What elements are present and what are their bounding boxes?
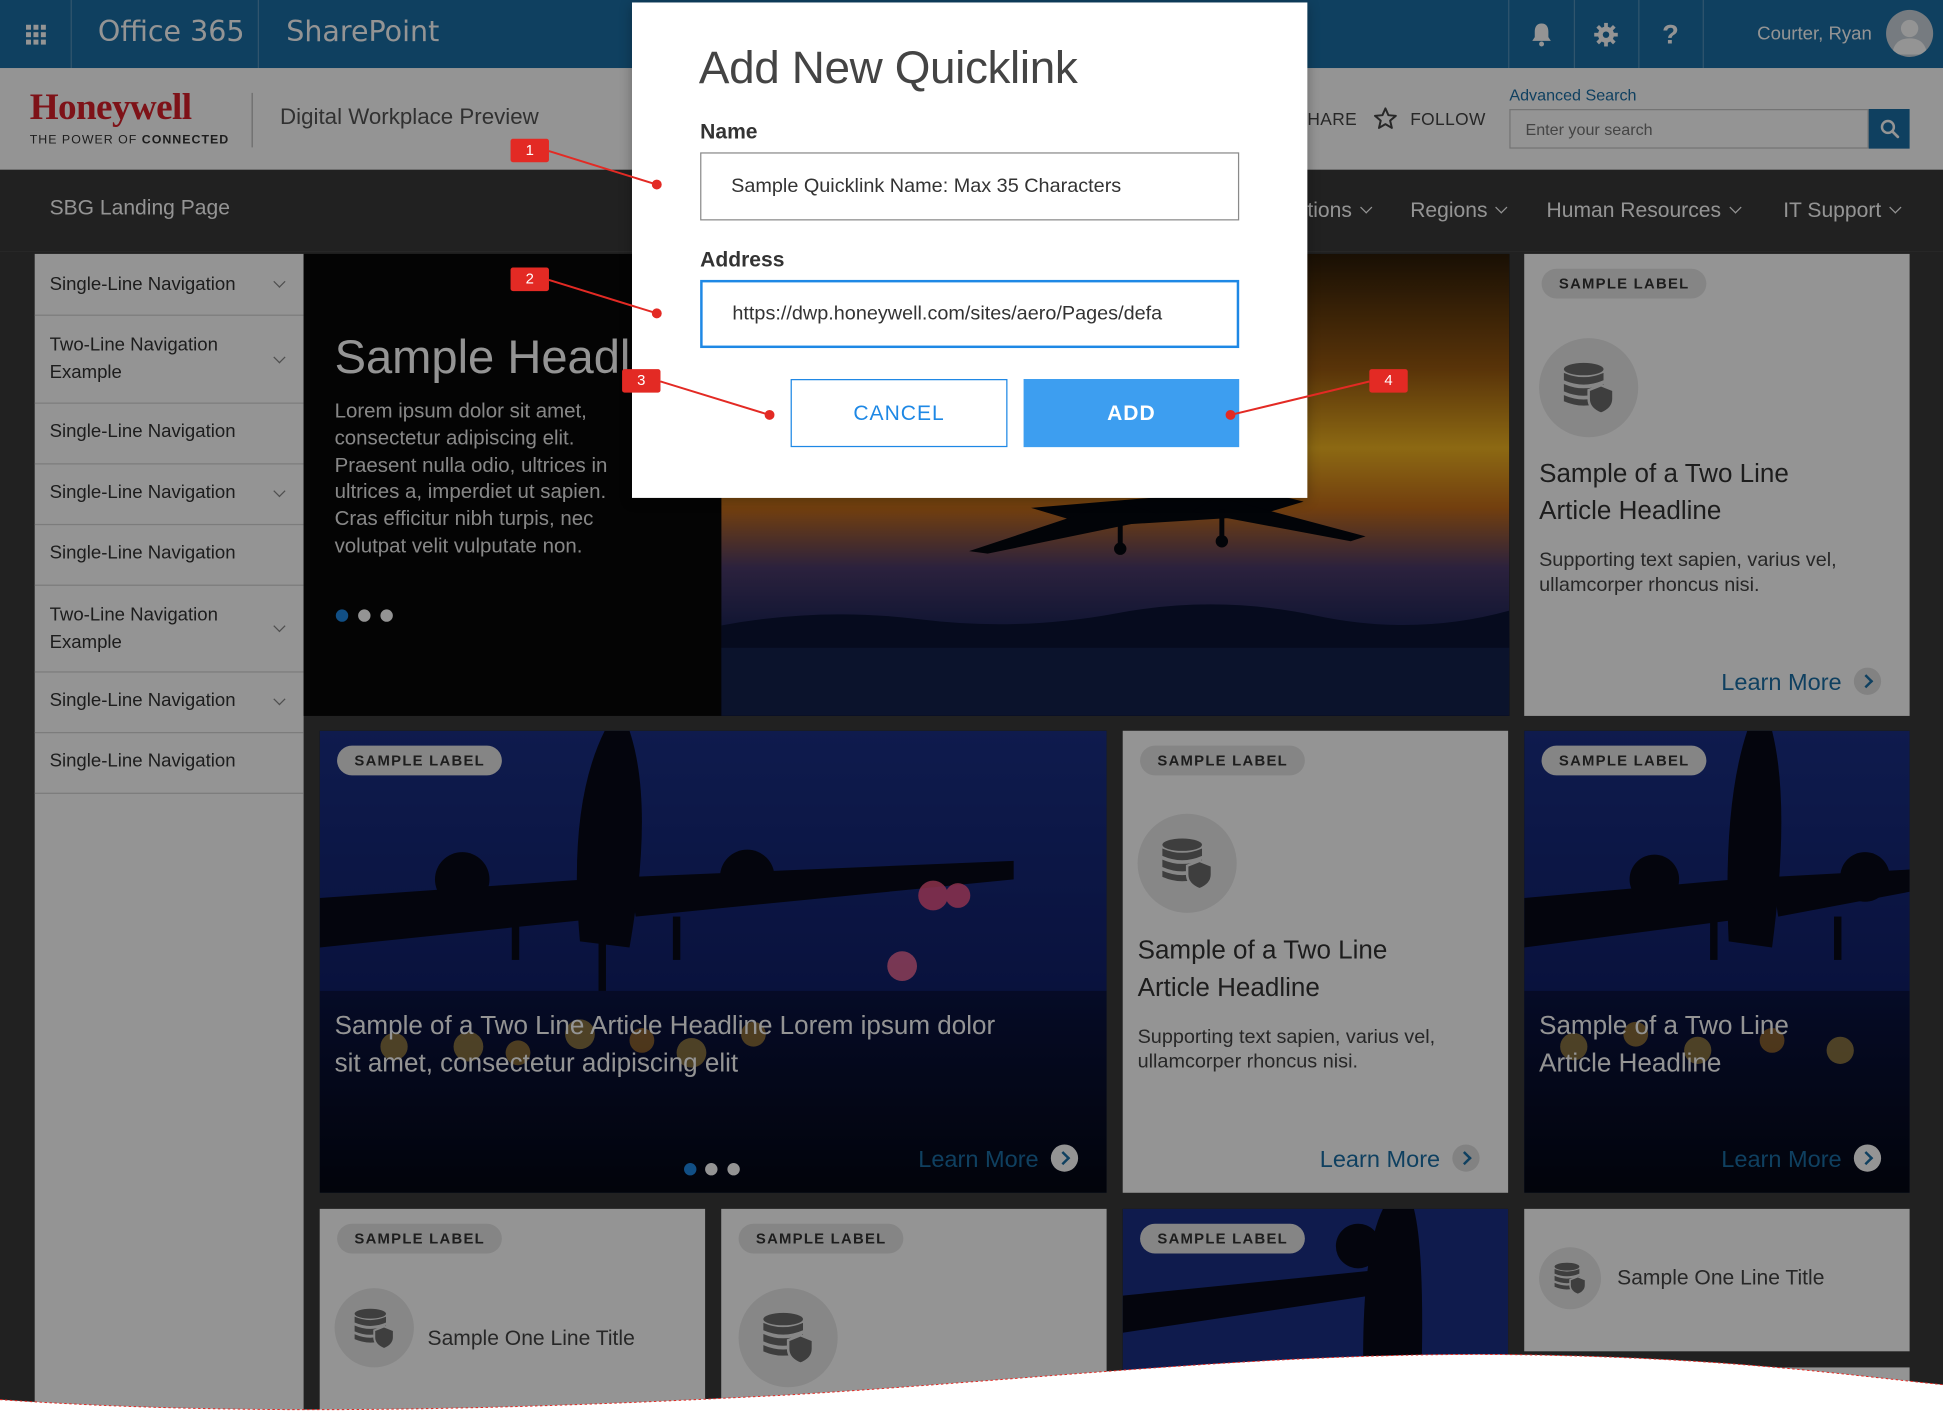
annotation-marker-3: 3 (622, 369, 661, 393)
add-quicklink-dialog: Add New Quicklink Name Address CANCEL AD… (631, 2, 1308, 498)
annotation-marker-4: 4 (1369, 369, 1408, 393)
name-field[interactable] (700, 152, 1240, 221)
name-label: Name (700, 120, 758, 144)
page: Office 365 SharePoint ? Courter, Ryan Ho… (0, 0, 1943, 1417)
address-field[interactable] (700, 279, 1240, 349)
annotation-marker-1: 1 (510, 138, 549, 163)
address-label: Address (700, 247, 785, 272)
cancel-button[interactable]: CANCEL (790, 379, 1008, 448)
torn-edge (0, 1353, 1943, 1417)
screenshot-canvas: Office 365 SharePoint ? Courter, Ryan Ho… (0, 0, 1943, 1417)
add-button[interactable]: ADD (1023, 379, 1240, 448)
annotation-marker-2: 2 (510, 267, 549, 292)
dialog-title: Add New Quicklink (698, 42, 1078, 93)
